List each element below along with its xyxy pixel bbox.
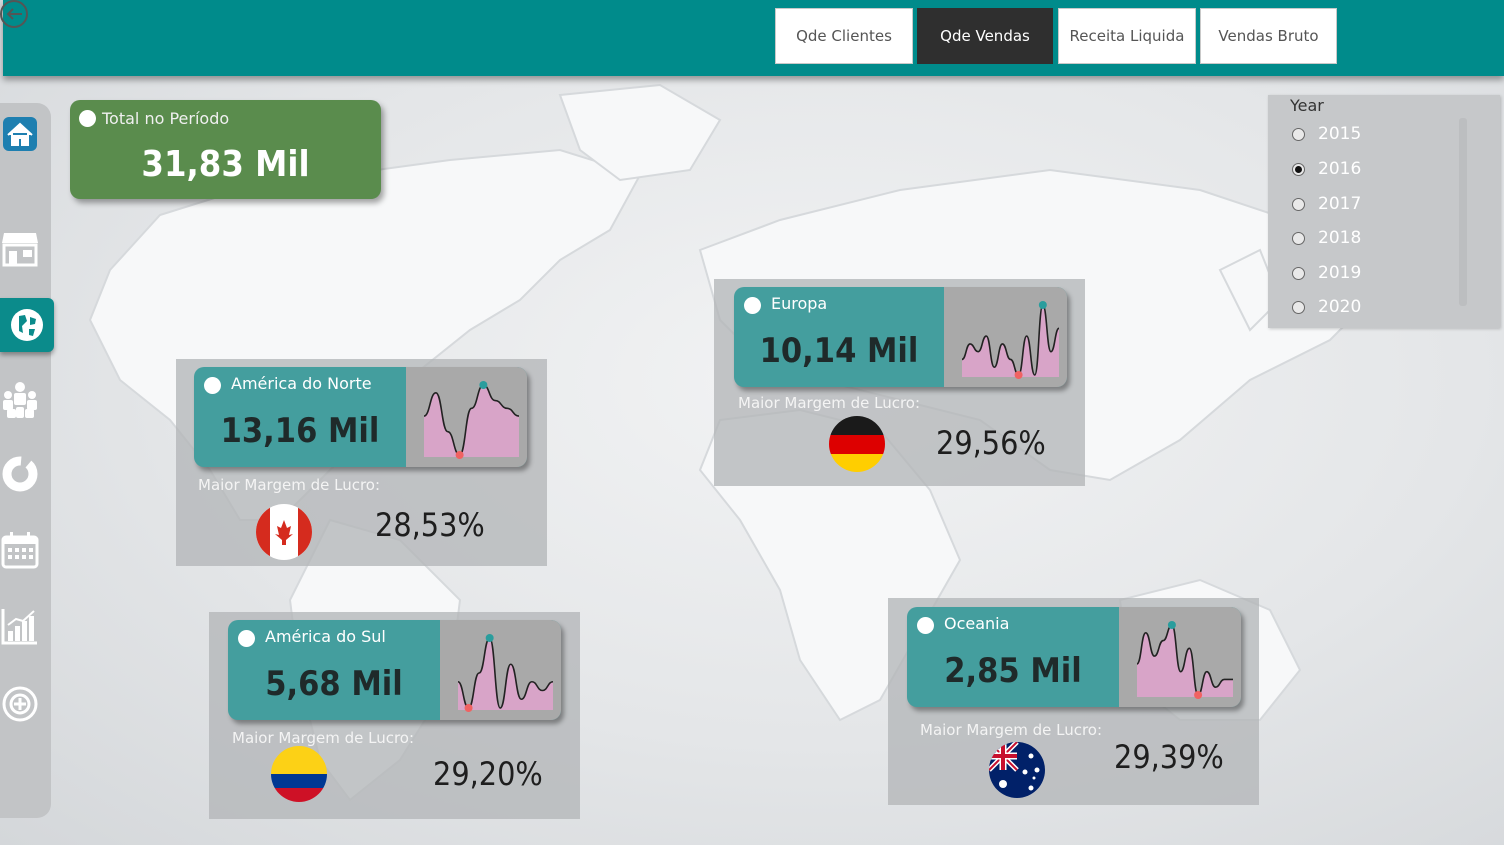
year-option-label: 2016 [1318,159,1362,179]
sidebar-item-bar-chart[interactable] [0,606,40,646]
store-icon [2,233,38,267]
sparkline-min-point [1194,691,1203,699]
year-option-label: 2017 [1318,194,1362,214]
radio-2020[interactable] [1292,300,1305,314]
region-value: 10,14 Mil [759,331,919,371]
total-period-label: Total no Período [102,109,230,128]
card-dot-icon [238,630,255,647]
radio-2019[interactable] [1292,266,1305,280]
sparkline-panel [406,367,527,467]
sparkline-chart [423,381,520,459]
nav-button-qde-vendas[interactable]: Qde Vendas [917,8,1053,64]
region-name: Europa [771,294,828,313]
margin-percentage: 29,39% [1114,738,1224,776]
sparkline-panel [440,620,561,720]
calendar-icon [1,532,39,569]
radio-2015[interactable] [1292,127,1305,141]
radio-2016[interactable] [1292,162,1305,176]
sparkline-max-point [1167,621,1176,629]
year-option-2018[interactable]: 2018 [1292,228,1361,248]
card-dot-icon [79,110,96,127]
sparkline-min-point [455,451,464,459]
germany-flag [829,416,885,472]
people-icon [3,382,37,418]
nav-button-receita-liquida[interactable]: Receita Liquida [1058,8,1196,64]
region-name: América do Sul [265,627,386,646]
sparkline-min-point [1014,371,1023,379]
region-name: América do Norte [231,374,372,393]
year-option-label: 2019 [1318,263,1362,283]
margin-percentage: 29,56% [936,424,1046,462]
donut-chart-icon [2,456,38,492]
year-option-2015[interactable]: 2015 [1292,124,1361,144]
nav-button-qde-clientes[interactable]: Qde Clientes [775,8,913,64]
year-option-label: 2015 [1318,124,1362,144]
globe-icon [11,309,43,341]
target-icon [2,686,38,722]
total-period-value: 31,83 Mil [141,144,310,185]
year-option-label: 2018 [1318,228,1362,248]
total-period-card: Total no Período 31,83 Mil [70,100,381,199]
sidebar-item-target[interactable] [0,684,40,724]
year-option-2019[interactable]: 2019 [1292,263,1361,283]
sparkline-chart [961,301,1060,379]
region-value: 5,68 Mil [265,664,403,704]
colombia-flag [271,746,327,802]
sidebar-item-store[interactable] [0,228,40,268]
card-dot-icon [204,377,221,394]
sidebar-item-calendar[interactable] [0,530,40,570]
sidebar-item-donut[interactable] [0,454,40,494]
margin-label: Maior Margem de Lucro: [232,729,415,747]
region-card-north-america[interactable]: América do Norte 13,16 Mil [194,367,527,467]
sparkline-max-point [1038,301,1047,309]
region-name: Oceania [944,614,1010,633]
australia-flag [989,742,1045,798]
region-card-south-america[interactable]: América do Sul 5,68 Mil [228,620,561,720]
card-dot-icon [917,617,934,634]
margin-percentage: 28,53% [375,506,485,544]
canada-flag [256,504,312,560]
card-dot-icon [744,297,761,314]
region-value: 2,85 Mil [944,651,1082,691]
sidebar-item-home[interactable] [0,114,40,154]
back-arrow-icon[interactable] [0,0,32,32]
margin-label: Maior Margem de Lucro: [198,476,381,494]
sidebar-item-people[interactable] [0,380,40,420]
year-filter-scrollbar[interactable] [1459,118,1467,306]
region-value: 13,16 Mil [220,411,380,451]
sparkline-chart [1136,621,1233,699]
home-icon [3,117,37,151]
year-option-2017[interactable]: 2017 [1292,194,1361,214]
margin-label: Maior Margem de Lucro: [920,721,1103,739]
sidebar-item-globe[interactable] [0,298,54,352]
region-card-oceania[interactable]: Oceania 2,85 Mil [907,607,1241,707]
region-card-europe[interactable]: Europa 10,14 Mil [734,287,1067,387]
year-option-2016[interactable]: 2016 [1292,159,1361,179]
margin-label: Maior Margem de Lucro: [738,394,921,412]
year-option-label: 2020 [1318,297,1362,317]
sparkline-max-point [479,381,488,389]
sparkline-panel [1119,607,1241,707]
nav-button-vendas-bruto[interactable]: Vendas Bruto [1200,8,1337,64]
sparkline-area [962,305,1059,377]
sparkline-panel [944,287,1067,387]
year-filter-title: Year [1290,96,1324,115]
sparkline-min-point [464,704,473,712]
sparkline-chart [457,634,554,712]
sparkline-max-point [485,634,494,642]
bar-chart-icon [1,609,37,645]
margin-percentage: 29,20% [433,755,543,793]
radio-2017[interactable] [1292,197,1305,211]
radio-2018[interactable] [1292,231,1305,245]
year-option-2020[interactable]: 2020 [1292,297,1361,317]
